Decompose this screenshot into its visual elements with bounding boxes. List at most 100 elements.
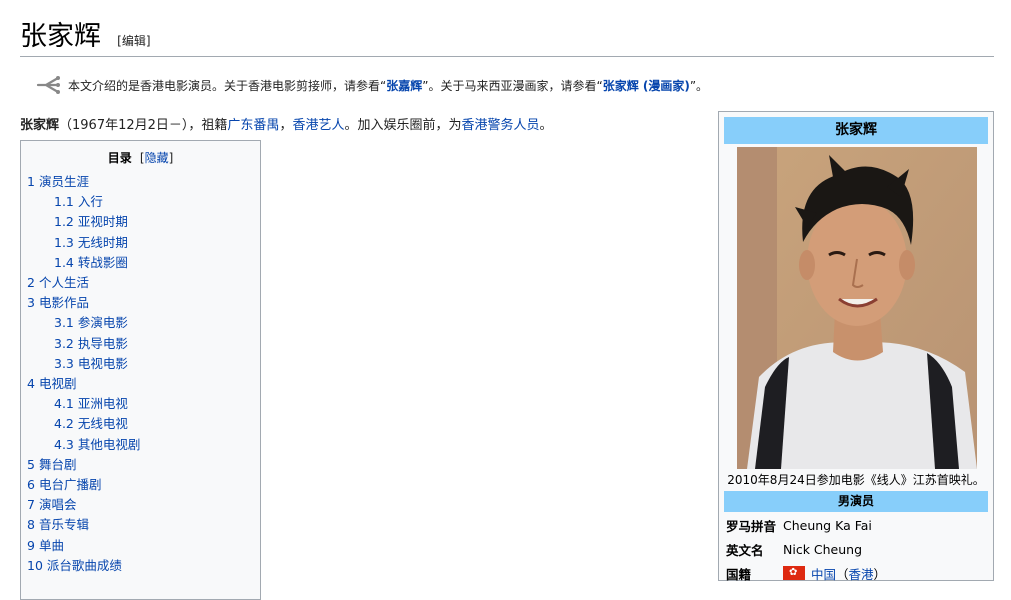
toc-item[interactable]: 1.3 无线时期: [27, 233, 254, 253]
hatnote-text-before: 本文介绍的是香港电影演员。关于香港电影剪接师，请参看“: [68, 78, 387, 93]
toc-item[interactable]: 1.4 转战影圈: [27, 253, 254, 273]
toc-item[interactable]: 4.2 无线电视: [27, 414, 254, 434]
link-hong-kong[interactable]: 香港: [849, 564, 874, 583]
infobox-title: 张家辉: [724, 117, 988, 144]
hatnote-text-after: ”。: [689, 78, 709, 93]
toc-item[interactable]: 4 电视剧: [27, 374, 254, 394]
toc-label: 电视剧: [38, 376, 77, 392]
toc-number: 1.2: [54, 214, 74, 230]
toc-number: 4: [27, 376, 35, 392]
toc-label: 电台广播剧: [38, 477, 102, 493]
toc-number: 1.3: [54, 234, 74, 250]
toc-link[interactable]: 3.1 参演电影: [54, 315, 128, 330]
toc-link[interactable]: 9 单曲: [27, 538, 64, 553]
toc-link[interactable]: 1.4 转战影圈: [54, 255, 128, 270]
toc-label: 舞台剧: [38, 456, 77, 472]
toc-item[interactable]: 8 音乐专辑: [27, 515, 254, 535]
toc-label: 其他电视剧: [77, 436, 141, 452]
toc-item[interactable]: 1.1 入行: [27, 192, 254, 212]
hong-kong-flag-icon: [783, 566, 805, 580]
toc-item[interactable]: 3.1 参演电影: [27, 313, 254, 333]
toc-label: 电影作品: [38, 295, 89, 311]
toc-link[interactable]: 8 音乐专辑: [27, 517, 89, 532]
toc-item[interactable]: 1 演员生涯: [27, 172, 254, 192]
toc-number: 10: [27, 557, 43, 573]
toc-item[interactable]: 3 电影作品: [27, 293, 254, 313]
toc-link[interactable]: 10 派台歌曲成绩: [27, 558, 122, 573]
toc-label: 派台歌曲成绩: [46, 557, 122, 573]
toc-label: 执导电影: [77, 335, 128, 351]
toc-label: 单曲: [38, 537, 64, 553]
toc-title: 目录 [隐藏]: [27, 149, 254, 166]
toc-link[interactable]: 1.1 入行: [54, 194, 103, 209]
row-label: 英文名: [726, 542, 764, 558]
toc-item[interactable]: 4.3 其他电视剧: [27, 435, 254, 455]
toc-hide-toggle[interactable]: [隐藏]: [140, 151, 173, 165]
infobox-row-nationality: 国籍 中国（香港）: [726, 563, 886, 583]
toc-number: 4.2: [54, 416, 74, 432]
toc-link[interactable]: 4.1 亚洲电视: [54, 396, 128, 411]
toc-item[interactable]: 10 派台歌曲成绩: [27, 556, 254, 576]
link-hk-police[interactable]: 香港警务人员: [461, 118, 539, 133]
portrait-photo[interactable]: [737, 147, 977, 469]
toc-item[interactable]: 3.3 电视电影: [27, 354, 254, 374]
link-guangdong-panyu[interactable]: 广东番禺: [227, 118, 279, 133]
toc-hide-link[interactable]: 隐藏: [145, 151, 169, 165]
toc-link[interactable]: 1.3 无线时期: [54, 235, 128, 250]
toc-number: 3: [27, 295, 35, 311]
toc-item[interactable]: 3.2 执导电影: [27, 334, 254, 354]
toc-item[interactable]: 6 电台广播剧: [27, 475, 254, 495]
hatnote-link-zhang-jiahui[interactable]: 张嘉辉: [386, 77, 422, 94]
link-hong-kong-artist[interactable]: 香港艺人: [292, 118, 344, 133]
lead-bold-name: 张家辉: [20, 118, 60, 133]
toc-number: 1: [27, 174, 35, 189]
toc-item[interactable]: 1.2 亚视时期: [27, 212, 254, 232]
row-value: Nick Cheung: [783, 541, 863, 557]
toc-link[interactable]: 4 电视剧: [27, 376, 76, 391]
toc-number: 8: [27, 517, 35, 533]
toc-number: 4.1: [54, 396, 74, 412]
edit-link[interactable]: [编辑]: [117, 34, 150, 48]
toc-number: 1.4: [54, 254, 74, 270]
toc-label: 亚洲电视: [77, 396, 128, 412]
toc-link[interactable]: 4.2 无线电视: [54, 416, 128, 431]
toc-label: 参演电影: [77, 315, 128, 331]
toc-item[interactable]: 7 演唱会: [27, 495, 254, 515]
toc-link[interactable]: 7 演唱会: [27, 497, 76, 512]
toc-title-label: 目录: [107, 151, 132, 165]
toc-link[interactable]: 1 演员生涯: [27, 174, 89, 189]
infobox-section-actor: 男演员: [724, 491, 988, 512]
toc-number: 2: [27, 275, 35, 291]
hatnote-text-middle: ”。关于马来西亚漫画家，请参看“: [422, 78, 603, 93]
toc-item[interactable]: 4.1 亚洲电视: [27, 394, 254, 414]
toc-link[interactable]: 6 电台广播剧: [27, 477, 101, 492]
toc-item[interactable]: 5 舞台剧: [27, 455, 254, 475]
infobox: 张家辉 2010年8月24日参加电影《线人》江苏首映礼。 男演员 罗马拼音 Ch…: [718, 111, 994, 583]
toc-link[interactable]: 4.3 其他电视剧: [54, 437, 140, 452]
toc-link[interactable]: 2 个人生活: [27, 275, 89, 290]
toc-label: 个人生活: [38, 275, 89, 291]
paren-close: ）: [873, 566, 887, 582]
toc-link[interactable]: 3 电影作品: [27, 295, 89, 310]
toc-label: 音乐专辑: [38, 517, 89, 533]
toc-link[interactable]: 1.2 亚视时期: [54, 214, 128, 229]
toc-item[interactable]: 9 单曲: [27, 536, 254, 556]
photo-caption: 2010年8月24日参加电影《线人》江苏首映礼。: [727, 473, 985, 487]
toc-link[interactable]: 3.2 执导电影: [54, 336, 128, 351]
lead-text-3: 。: [539, 118, 553, 133]
toc-number: 3.3: [54, 355, 74, 371]
row-value: Cheung Ka Fai: [783, 517, 872, 533]
disambiguation-icon: [36, 76, 60, 94]
toc-link[interactable]: 5 舞台剧: [27, 457, 76, 472]
toc-label: 亚视时期: [77, 214, 128, 230]
infobox-row-english-name: 英文名 Nick Cheung: [726, 539, 862, 559]
toc-number: 3.1: [54, 315, 74, 331]
toc-item[interactable]: 2 个人生活: [27, 273, 254, 293]
hatnote-link-cartoonist[interactable]: 张家辉 (漫画家): [603, 77, 690, 94]
paren-open: （: [836, 566, 849, 582]
toc-link[interactable]: 3.3 电视电影: [54, 356, 128, 371]
page-heading: 张家辉 [编辑]: [20, 14, 994, 57]
toc-label: 无线电视: [77, 416, 128, 432]
toc-number: 6: [27, 477, 35, 493]
link-china[interactable]: 中国: [811, 564, 836, 583]
